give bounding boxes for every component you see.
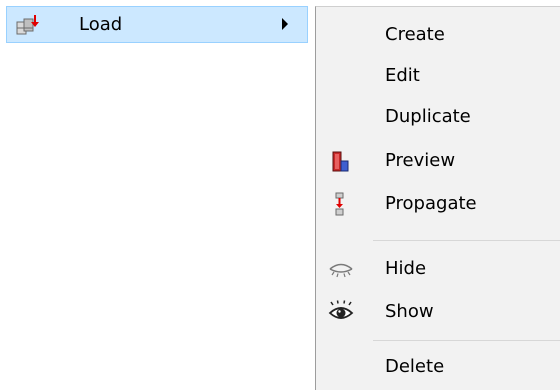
submenu-item-label: Create xyxy=(385,24,445,45)
menu-separator xyxy=(373,240,560,241)
submenu-item-edit[interactable]: Edit xyxy=(316,56,560,96)
menu-separator xyxy=(373,340,560,341)
submenu-item-hide[interactable]: Hide xyxy=(316,249,560,289)
submenu-item-label: Duplicate xyxy=(385,106,471,127)
submenu-item-label: Propagate xyxy=(385,193,477,214)
submenu-item-preview[interactable]: Preview xyxy=(316,141,560,181)
submenu-item-delete[interactable]: Delete xyxy=(316,347,560,387)
submenu-item-label: Delete xyxy=(385,356,445,377)
submenu-item-label: Edit xyxy=(385,65,420,86)
context-menu-stage: Load Create Edit Duplicate Preview Propa… xyxy=(0,0,560,390)
propagate-icon xyxy=(328,192,354,216)
load-icon xyxy=(15,14,39,36)
chevron-right-icon xyxy=(282,18,288,30)
submenu-item-propagate[interactable]: Propagate xyxy=(316,184,560,224)
submenu-item-show[interactable]: Show xyxy=(316,292,560,332)
load-submenu: Create Edit Duplicate Preview Propagate … xyxy=(315,6,560,390)
preview-icon xyxy=(328,149,354,173)
submenu-item-create[interactable]: Create xyxy=(316,15,560,55)
eye-closed-icon xyxy=(328,257,354,281)
menu-item-load[interactable]: Load xyxy=(6,6,308,43)
eye-open-icon xyxy=(328,300,354,324)
submenu-item-label: Preview xyxy=(385,150,456,171)
menu-item-load-label: Load xyxy=(79,14,123,35)
submenu-item-duplicate[interactable]: Duplicate xyxy=(316,97,560,137)
submenu-item-label: Hide xyxy=(385,258,427,279)
submenu-item-label: Show xyxy=(385,301,434,322)
